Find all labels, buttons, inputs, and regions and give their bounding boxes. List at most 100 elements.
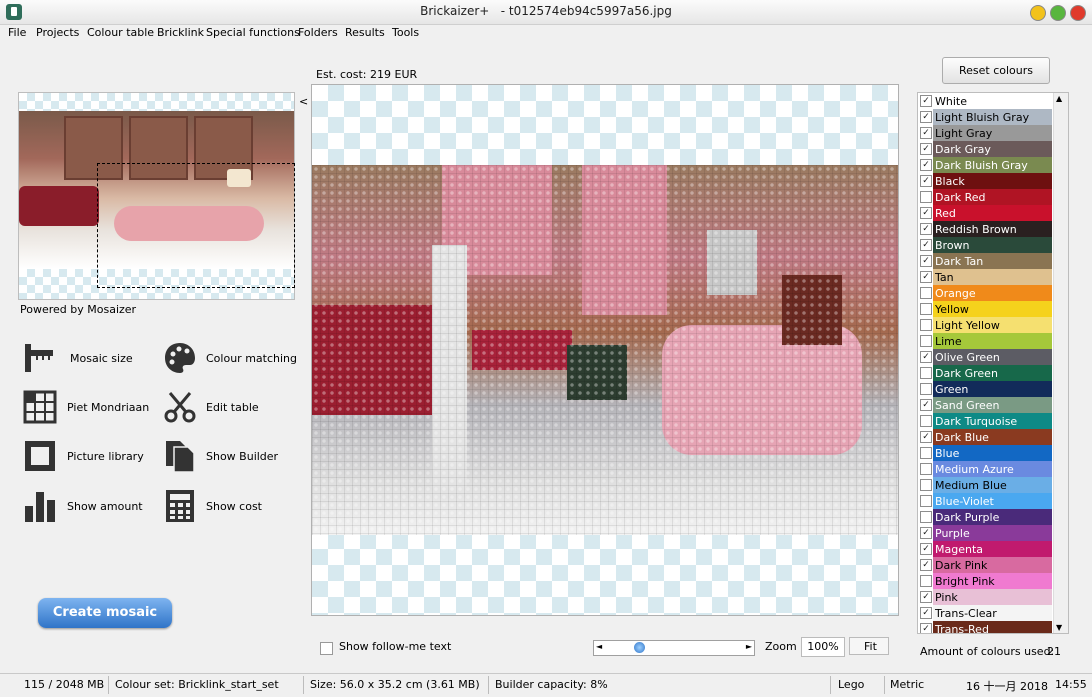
colour-row[interactable]: ✓ Dark Gray bbox=[918, 141, 1052, 157]
slider-thumb[interactable] bbox=[634, 642, 645, 653]
colour-checkbox[interactable]: ✓ bbox=[920, 527, 932, 539]
follow-me-checkbox[interactable] bbox=[320, 642, 333, 655]
colour-row[interactable]: ✓ Light Bluish Gray bbox=[918, 109, 1052, 125]
close-button[interactable] bbox=[1070, 5, 1086, 21]
colour-checkbox[interactable]: ✓ bbox=[920, 143, 932, 155]
colour-checkbox[interactable] bbox=[920, 415, 932, 427]
colour-checkbox[interactable] bbox=[920, 447, 932, 459]
tool-piet-mondriaan[interactable]: Piet Mondriaan bbox=[22, 389, 149, 429]
colour-row[interactable]: ✓ Dark Bluish Gray bbox=[918, 157, 1052, 173]
menu-folders[interactable]: Folders bbox=[298, 26, 338, 39]
colour-row[interactable]: Blue-Violet bbox=[918, 493, 1052, 509]
colour-row[interactable]: Lime bbox=[918, 333, 1052, 349]
colour-checkbox[interactable]: ✓ bbox=[920, 255, 932, 267]
colour-checkbox[interactable]: ✓ bbox=[920, 607, 932, 619]
source-preview[interactable] bbox=[18, 92, 295, 300]
colour-row[interactable]: ✓ Light Gray bbox=[918, 125, 1052, 141]
colour-checkbox[interactable] bbox=[920, 495, 932, 507]
colour-checkbox[interactable]: ✓ bbox=[920, 543, 932, 555]
create-mosaic-button[interactable]: Create mosaic bbox=[38, 598, 172, 628]
colour-row[interactable]: ✓ Olive Green bbox=[918, 349, 1052, 365]
colour-row[interactable]: ✓ Tan bbox=[918, 269, 1052, 285]
colour-checkbox[interactable]: ✓ bbox=[920, 223, 932, 235]
colour-row[interactable]: ✓ Pink bbox=[918, 589, 1052, 605]
slider-left-arrow-icon[interactable]: ◄ bbox=[596, 642, 602, 651]
colour-row[interactable]: ✓ Purple bbox=[918, 525, 1052, 541]
colour-checkbox[interactable] bbox=[920, 463, 932, 475]
colour-row[interactable]: ✓ Trans-Clear bbox=[918, 605, 1052, 621]
colour-row[interactable]: Medium Blue bbox=[918, 477, 1052, 493]
colour-row[interactable]: Medium Azure bbox=[918, 461, 1052, 477]
tool-edit-table[interactable]: Edit table bbox=[162, 389, 292, 429]
menu-colour-table[interactable]: Colour table bbox=[87, 26, 154, 39]
tool-colour-matching[interactable]: Colour matching bbox=[162, 340, 297, 380]
colour-row[interactable]: Dark Turquoise bbox=[918, 413, 1052, 429]
colour-checkbox[interactable] bbox=[920, 479, 932, 491]
colour-row[interactable]: ✓ Trans-Red bbox=[918, 621, 1052, 633]
colour-checkbox[interactable]: ✓ bbox=[920, 431, 932, 443]
colour-checkbox[interactable]: ✓ bbox=[920, 159, 932, 171]
tool-picture-library[interactable]: Picture library bbox=[22, 438, 144, 478]
colour-checkbox[interactable] bbox=[920, 575, 932, 587]
reset-colours-button[interactable]: Reset colours bbox=[942, 57, 1050, 84]
crop-selection[interactable] bbox=[97, 163, 295, 288]
colour-checkbox[interactable]: ✓ bbox=[920, 111, 932, 123]
colour-list[interactable]: ✓ Trans-Red ✓ Trans-Clear ✓ Pink Bright Pink ✓ D… bbox=[917, 92, 1069, 634]
colour-checkbox[interactable]: ✓ bbox=[920, 623, 932, 633]
menu-results[interactable]: Results bbox=[345, 26, 385, 39]
menu-special-functions[interactable]: Special functions bbox=[206, 26, 300, 39]
colour-row[interactable]: Bright Pink bbox=[918, 573, 1052, 589]
minimize-button[interactable] bbox=[1030, 5, 1046, 21]
colour-row[interactable]: ✓ Dark Pink bbox=[918, 557, 1052, 573]
colour-row[interactable]: Green bbox=[918, 381, 1052, 397]
mosaic-canvas[interactable] bbox=[311, 84, 899, 616]
colour-row[interactable]: Light Yellow bbox=[918, 317, 1052, 333]
colour-checkbox[interactable]: ✓ bbox=[920, 591, 932, 603]
colour-checkbox[interactable] bbox=[920, 319, 932, 331]
colour-checkbox[interactable]: ✓ bbox=[920, 271, 932, 283]
colour-checkbox[interactable] bbox=[920, 287, 932, 299]
menu-file[interactable]: File bbox=[8, 26, 26, 39]
colour-checkbox[interactable] bbox=[920, 383, 932, 395]
maximize-button[interactable] bbox=[1050, 5, 1066, 21]
tool-mosaic-size[interactable]: Mosaic size bbox=[22, 340, 142, 380]
colour-checkbox[interactable]: ✓ bbox=[920, 399, 932, 411]
tool-show-cost[interactable]: Show cost bbox=[162, 488, 292, 528]
zoom-slider[interactable]: ◄ ► bbox=[593, 640, 755, 656]
colour-row[interactable]: ✓ Dark Blue bbox=[918, 429, 1052, 445]
scroll-up-icon[interactable]: ▲ bbox=[1056, 94, 1062, 103]
collapse-panel-button[interactable]: < bbox=[299, 95, 308, 108]
status-units[interactable]: Metric bbox=[890, 678, 924, 691]
colour-checkbox[interactable]: ✓ bbox=[920, 95, 932, 107]
slider-right-arrow-icon[interactable]: ► bbox=[746, 642, 752, 651]
colour-checkbox[interactable] bbox=[920, 511, 932, 523]
colour-checkbox[interactable]: ✓ bbox=[920, 559, 932, 571]
fit-button[interactable]: Fit bbox=[849, 637, 889, 655]
menu-tools[interactable]: Tools bbox=[392, 26, 419, 39]
colour-row[interactable]: ✓ Magenta bbox=[918, 541, 1052, 557]
menu-projects[interactable]: Projects bbox=[36, 26, 79, 39]
colour-row[interactable]: ✓ Dark Tan bbox=[918, 253, 1052, 269]
colour-row[interactable]: Orange bbox=[918, 285, 1052, 301]
colour-checkbox[interactable] bbox=[920, 303, 932, 315]
colour-row[interactable]: ✓ White bbox=[918, 93, 1052, 109]
colour-checkbox[interactable]: ✓ bbox=[920, 239, 932, 251]
tool-show-amount[interactable]: Show amount bbox=[22, 488, 143, 528]
scroll-down-icon[interactable]: ▼ bbox=[1056, 623, 1062, 632]
colour-checkbox[interactable] bbox=[920, 367, 932, 379]
colour-row[interactable]: ✓ Reddish Brown bbox=[918, 221, 1052, 237]
colour-checkbox[interactable] bbox=[920, 191, 932, 203]
colour-checkbox[interactable] bbox=[920, 335, 932, 347]
colour-row[interactable]: ✓ Brown bbox=[918, 237, 1052, 253]
colour-row[interactable]: ✓ Sand Green bbox=[918, 397, 1052, 413]
colour-checkbox[interactable]: ✓ bbox=[920, 175, 932, 187]
tool-show-builder[interactable]: Show Builder bbox=[162, 438, 292, 478]
colour-row[interactable]: Dark Purple bbox=[918, 509, 1052, 525]
colour-checkbox[interactable]: ✓ bbox=[920, 207, 932, 219]
colour-row[interactable]: Dark Green bbox=[918, 365, 1052, 381]
colour-checkbox[interactable]: ✓ bbox=[920, 127, 932, 139]
colour-checkbox[interactable]: ✓ bbox=[920, 351, 932, 363]
menu-bricklink[interactable]: Bricklink bbox=[157, 26, 204, 39]
colour-list-scrollbar[interactable]: ▲ ▼ bbox=[1053, 93, 1068, 633]
zoom-value-field[interactable]: 100% bbox=[801, 637, 845, 657]
